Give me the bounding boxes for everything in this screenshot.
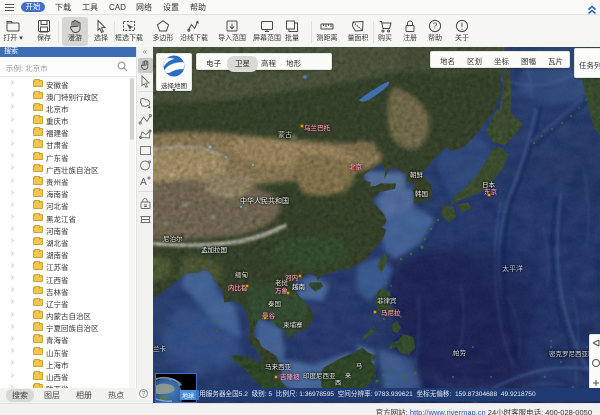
svg-text:A: A bbox=[140, 177, 147, 188]
svg-text:?: ? bbox=[433, 22, 438, 31]
